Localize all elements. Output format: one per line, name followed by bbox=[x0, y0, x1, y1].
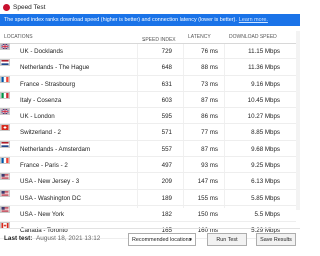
location-name: USA - New Jersey - 3 bbox=[20, 178, 80, 186]
location-name: Netherlands - The Hague bbox=[20, 64, 90, 72]
location-name: USA - New York bbox=[20, 210, 65, 218]
info-text: The speed index ranks download speed (hi… bbox=[4, 17, 237, 23]
scrollbar[interactable] bbox=[296, 31, 300, 210]
header-download-speed[interactable]: DOWNLOAD SPEED bbox=[229, 34, 277, 40]
latency-value: 155 ms bbox=[197, 194, 218, 202]
usa-flag-icon bbox=[0, 205, 10, 213]
usa-flag-icon bbox=[0, 189, 10, 197]
learn-more-link[interactable]: Learn more. bbox=[239, 17, 268, 23]
france-flag-icon bbox=[0, 75, 10, 83]
speed-index-value: 595 bbox=[161, 113, 172, 121]
download-speed-value: 10.27 Mbps bbox=[247, 113, 280, 121]
location-name: Switzerland - 2 bbox=[20, 129, 61, 137]
download-speed-value: 5.5 Mbps bbox=[254, 210, 280, 218]
latency-value: 147 ms bbox=[197, 178, 218, 186]
location-name: UK - London bbox=[20, 113, 55, 121]
download-speed-value: 8.85 Mbps bbox=[251, 129, 280, 137]
speed-index-value: 189 bbox=[161, 194, 172, 202]
run-test-button[interactable]: Run Test bbox=[207, 233, 247, 246]
location-name: Italy - Cosenza bbox=[20, 96, 62, 104]
location-name: France - Paris - 2 bbox=[20, 162, 68, 170]
chevron-down-icon: ▾ bbox=[189, 237, 192, 243]
latency-value: 93 ms bbox=[201, 162, 218, 170]
table-row[interactable]: Italy - Cosenza 603 87 ms 10.45 Mbps bbox=[0, 91, 296, 109]
speedometer-icon bbox=[3, 3, 10, 11]
speed-index-value: 729 bbox=[161, 48, 172, 55]
latency-value: 87 ms bbox=[201, 96, 218, 104]
download-speed-value: 9.16 Mbps bbox=[251, 80, 280, 88]
footer-bar: Last test: August 18, 2021 13:12 Recomme… bbox=[0, 228, 300, 256]
latency-value: 77 ms bbox=[201, 129, 218, 137]
table-row[interactable]: USA - New Jersey - 3 209 147 ms 6.13 Mbp… bbox=[0, 173, 296, 190]
speed-index-value: 603 bbox=[161, 96, 172, 104]
download-speed-value: 11.15 Mbps bbox=[248, 48, 280, 55]
header-latency[interactable]: LATENCY bbox=[188, 34, 211, 40]
uk-flag-icon bbox=[0, 108, 10, 116]
speed-index-value: 497 bbox=[161, 162, 172, 170]
latency-value: 86 ms bbox=[201, 113, 218, 121]
latency-value: 73 ms bbox=[201, 80, 218, 88]
table-row[interactable]: USA - New York 182 150 ms 5.5 Mbps bbox=[0, 205, 296, 223]
netherlands-flag-icon bbox=[0, 59, 10, 67]
download-speed-value: 6.13 Mbps bbox=[251, 178, 280, 186]
results-list: UK - Docklands 729 76 ms 11.15 Mbps Neth… bbox=[0, 43, 296, 239]
table-row[interactable]: Switzerland - 2 571 77 ms 8.85 Mbps bbox=[0, 124, 296, 141]
location-filter-value: Recommended locations bbox=[132, 237, 192, 243]
table-row[interactable]: USA - Washington DC 189 155 ms 5.85 Mbps bbox=[0, 189, 296, 206]
title-bar: Speed Test bbox=[0, 0, 300, 14]
table-row[interactable]: Netherlands - Amsterdam 557 87 ms 9.68 M… bbox=[0, 140, 296, 158]
last-test-label: Last test: bbox=[4, 235, 33, 242]
download-speed-value: 10.45 Mbps bbox=[247, 96, 280, 104]
speed-index-value: 209 bbox=[161, 178, 172, 186]
speed-index-value: 648 bbox=[161, 64, 172, 72]
netherlands-flag-icon bbox=[0, 140, 10, 148]
location-name: France - Strasbourg bbox=[20, 80, 76, 88]
switzerland-flag-icon bbox=[0, 124, 10, 132]
usa-flag-icon bbox=[0, 173, 10, 181]
save-results-button[interactable]: Save Results bbox=[256, 233, 296, 246]
header-locations[interactable]: LOCATIONS bbox=[4, 34, 33, 40]
speed-index-value: 557 bbox=[161, 145, 172, 153]
info-banner: The speed index ranks download speed (hi… bbox=[0, 14, 300, 26]
location-filter-select[interactable]: Recommended locations ▾ bbox=[128, 233, 196, 246]
download-speed-value: 9.25 Mbps bbox=[251, 162, 280, 170]
italy-flag-icon bbox=[0, 91, 10, 99]
latency-value: 150 ms bbox=[197, 210, 218, 218]
location-name: UK - Docklands bbox=[20, 48, 63, 55]
table-row[interactable]: France - Strasbourg 631 73 ms 9.16 Mbps bbox=[0, 75, 296, 92]
download-speed-value: 5.85 Mbps bbox=[251, 194, 280, 202]
location-name: USA - Washington DC bbox=[20, 194, 81, 202]
table-row[interactable]: UK - London 595 86 ms 10.27 Mbps bbox=[0, 108, 296, 125]
table-row[interactable]: France - Paris - 2 497 93 ms 9.25 Mbps bbox=[0, 157, 296, 174]
latency-value: 87 ms bbox=[201, 145, 218, 153]
window-title: Speed Test bbox=[13, 3, 46, 11]
speed-index-value: 571 bbox=[161, 129, 172, 137]
speed-index-value: 182 bbox=[161, 210, 172, 218]
download-speed-value: 11.36 Mbps bbox=[248, 64, 280, 72]
latency-value: 76 ms bbox=[201, 48, 218, 55]
location-name: Netherlands - Amsterdam bbox=[20, 145, 91, 153]
france-flag-icon bbox=[0, 157, 10, 165]
latency-value: 88 ms bbox=[201, 64, 218, 72]
table-row[interactable]: Netherlands - The Hague 648 88 ms 11.36 … bbox=[0, 59, 296, 76]
table-row[interactable]: UK - Docklands 729 76 ms 11.15 Mbps bbox=[0, 43, 296, 60]
download-speed-value: 9.68 Mbps bbox=[251, 145, 280, 153]
last-test-timestamp: August 18, 2021 13:12 bbox=[36, 235, 101, 242]
speed-index-value: 631 bbox=[161, 80, 172, 88]
uk-flag-icon bbox=[0, 43, 10, 50]
